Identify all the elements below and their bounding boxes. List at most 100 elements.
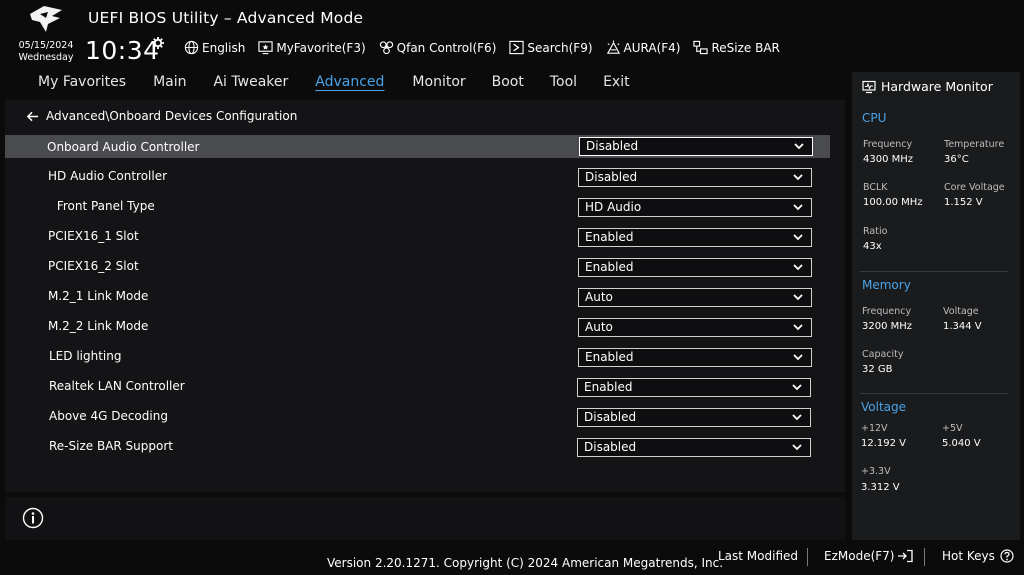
chevron-down-icon bbox=[793, 204, 803, 211]
version-text: Version 2.20.1271. Copyright (C) 2024 Am… bbox=[327, 556, 724, 570]
ezmode-label: EzMode(F7) bbox=[824, 549, 895, 563]
memory-capacity-label: Capacity bbox=[862, 349, 904, 360]
setting-row[interactable]: PCIEX16_2 Slot Enabled bbox=[5, 254, 830, 284]
hardware-monitor-title: Hardware Monitor bbox=[862, 79, 993, 94]
cpu-heading: CPU bbox=[862, 111, 887, 125]
info-icon[interactable] bbox=[22, 507, 44, 529]
setting-row[interactable]: M.2_1 Link Mode Auto bbox=[5, 284, 830, 314]
setting-value: Enabled bbox=[585, 230, 634, 244]
help-bar bbox=[5, 497, 845, 540]
setting-row[interactable]: PCIEX16_1 Slot Enabled bbox=[5, 224, 830, 254]
resize-bar-button[interactable]: ReSize BAR bbox=[693, 40, 780, 55]
setting-row[interactable]: LED lighting Enabled bbox=[5, 344, 830, 374]
tab-tool[interactable]: Tool bbox=[550, 74, 577, 90]
setting-value: HD Audio bbox=[585, 200, 642, 214]
aura-label: AURA(F4) bbox=[623, 40, 681, 55]
core-voltage-label: Core Voltage bbox=[944, 182, 1005, 193]
setting-row[interactable]: Onboard Audio Controller Disabled bbox=[5, 135, 830, 158]
setting-row[interactable]: Re-Size BAR Support Disabled bbox=[5, 434, 830, 464]
settings-panel: Advanced\Onboard Devices Configuration O… bbox=[5, 100, 845, 492]
memory-voltage-label: Voltage bbox=[943, 306, 979, 317]
setting-value: Disabled bbox=[585, 170, 638, 184]
chevron-down-icon bbox=[793, 174, 803, 181]
setting-label: Onboard Audio Controller bbox=[47, 140, 200, 154]
ezmode-button[interactable]: EzMode(F7) bbox=[824, 549, 914, 563]
clock-settings-gear-icon[interactable] bbox=[152, 37, 164, 49]
breadcrumb[interactable]: Advanced\Onboard Devices Configuration bbox=[26, 109, 297, 123]
setting-row[interactable]: Front Panel Type HD Audio bbox=[5, 194, 830, 224]
app-title: UEFI BIOS Utility – Advanced Mode bbox=[88, 9, 364, 27]
aura-button[interactable]: AURA(F4) bbox=[606, 40, 681, 55]
setting-label: Front Panel Type bbox=[53, 199, 155, 213]
setting-dropdown[interactable]: Enabled bbox=[578, 228, 812, 247]
tab-boot[interactable]: Boot bbox=[492, 74, 524, 90]
tab-main[interactable]: Main bbox=[153, 74, 186, 90]
setting-dropdown[interactable]: Disabled bbox=[577, 408, 811, 427]
setting-row[interactable]: Above 4G Decoding Disabled bbox=[5, 404, 830, 434]
setting-row[interactable]: HD Audio Controller Disabled bbox=[5, 164, 830, 194]
date-display: 05/15/2024 Wednesday bbox=[14, 40, 78, 64]
qfan-control-button[interactable]: Qfan Control(F6) bbox=[379, 40, 497, 55]
setting-dropdown[interactable]: Disabled bbox=[577, 438, 811, 457]
setting-dropdown[interactable]: Enabled bbox=[578, 348, 812, 367]
aura-light-icon bbox=[606, 40, 620, 54]
setting-label: M.2_1 Link Mode bbox=[48, 289, 149, 303]
header: UEFI BIOS Utility – Advanced Mode 05/15/… bbox=[0, 0, 1024, 70]
tab-advanced[interactable]: Advanced bbox=[315, 74, 384, 90]
memory-heading: Memory bbox=[862, 278, 911, 292]
search-button[interactable]: Search(F9) bbox=[509, 40, 593, 55]
footer-separator bbox=[807, 548, 808, 566]
bclk-value: 100.00 MHz bbox=[863, 197, 923, 208]
toolbar: English MyFavorite(F3) Qfan Control(F6) … bbox=[184, 40, 793, 55]
myfavorite-label: MyFavorite(F3) bbox=[276, 40, 366, 55]
v12-label: +12V bbox=[861, 423, 888, 434]
hot-keys-button[interactable]: Hot Keys bbox=[942, 549, 1014, 563]
monitor-icon bbox=[862, 80, 876, 93]
setting-dropdown[interactable]: Enabled bbox=[577, 378, 811, 397]
setting-dropdown[interactable]: Enabled bbox=[578, 258, 812, 277]
language-button[interactable]: English bbox=[184, 40, 245, 55]
v5-value: 5.040 V bbox=[942, 438, 981, 449]
v5-label: +5V bbox=[942, 423, 963, 434]
tab-ai-tweaker[interactable]: Ai Tweaker bbox=[213, 74, 288, 90]
setting-value: Enabled bbox=[585, 350, 634, 364]
setting-dropdown[interactable]: Auto bbox=[578, 318, 812, 337]
hot-keys-label: Hot Keys bbox=[942, 549, 995, 563]
exit-to-ezmode-icon bbox=[898, 549, 914, 563]
memory-divider bbox=[860, 393, 1008, 394]
tab-exit[interactable]: Exit bbox=[603, 74, 630, 90]
setting-value: Disabled bbox=[584, 410, 637, 424]
setting-dropdown[interactable]: Disabled bbox=[579, 137, 813, 156]
chevron-down-icon bbox=[793, 354, 803, 361]
ratio-value: 43x bbox=[863, 241, 882, 252]
hardware-monitor-label: Hardware Monitor bbox=[881, 79, 993, 94]
setting-row[interactable]: M.2_2 Link Mode Auto bbox=[5, 314, 830, 344]
last-modified-button[interactable]: Last Modified bbox=[718, 549, 798, 563]
chevron-down-icon bbox=[793, 324, 803, 331]
setting-dropdown[interactable]: HD Audio bbox=[578, 198, 812, 217]
chevron-down-icon bbox=[793, 294, 803, 301]
search-label: Search(F9) bbox=[527, 40, 593, 55]
tab-my-favorites[interactable]: My Favorites bbox=[38, 74, 126, 90]
setting-value: Auto bbox=[585, 290, 613, 304]
tab-monitor[interactable]: Monitor bbox=[412, 74, 465, 90]
setting-label: Above 4G Decoding bbox=[49, 409, 168, 423]
globe-icon bbox=[184, 40, 199, 55]
setting-dropdown[interactable]: Auto bbox=[578, 288, 812, 307]
chevron-down-icon bbox=[792, 414, 802, 421]
chevron-down-icon bbox=[792, 384, 802, 391]
footer-separator bbox=[924, 548, 925, 566]
setting-label: PCIEX16_2 Slot bbox=[48, 259, 139, 273]
setting-row[interactable]: Realtek LAN Controller Enabled bbox=[5, 374, 830, 404]
hardware-monitor-panel: Hardware Monitor CPU Frequency 4300 MHz … bbox=[852, 72, 1020, 540]
setting-value: Disabled bbox=[584, 440, 637, 454]
setting-dropdown[interactable]: Disabled bbox=[578, 168, 812, 187]
myfavorite-button[interactable]: MyFavorite(F3) bbox=[258, 40, 366, 55]
chevron-down-icon bbox=[794, 143, 804, 150]
back-arrow-icon[interactable] bbox=[26, 110, 39, 123]
qfan-control-label: Qfan Control(F6) bbox=[396, 40, 497, 55]
breadcrumb-text: Advanced\Onboard Devices Configuration bbox=[46, 109, 298, 123]
cpu-frequency-value: 4300 MHz bbox=[863, 154, 914, 165]
resize-bar-icon bbox=[693, 40, 709, 55]
day-text: Wednesday bbox=[18, 52, 74, 63]
